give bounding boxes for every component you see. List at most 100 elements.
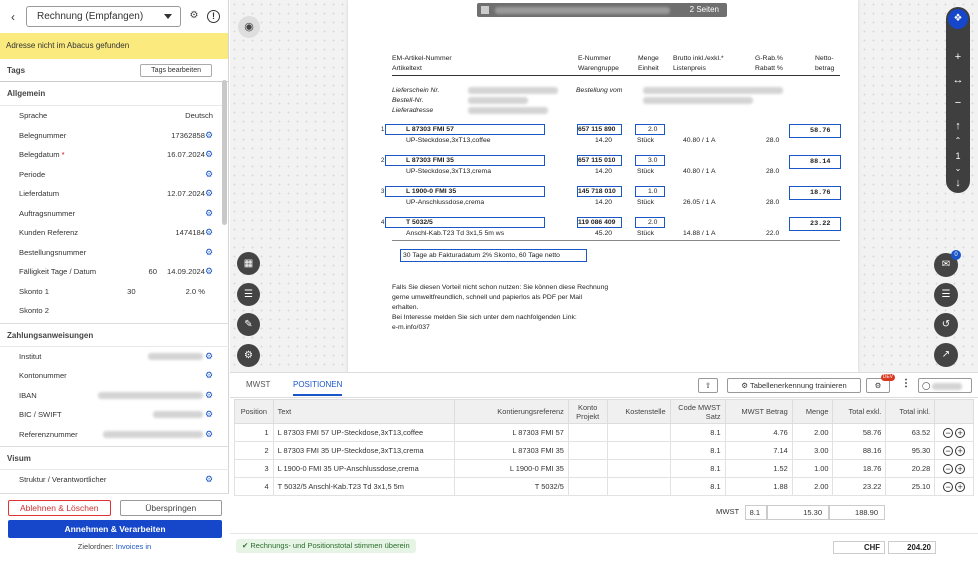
col-position[interactable]: Position (234, 399, 274, 424)
cog-icon[interactable]: ⚙ (205, 429, 214, 439)
field-belegdatum[interactable]: Belegdatum * 16.07.2024 ⚙ (0, 145, 229, 165)
cell-menge[interactable]: 1.00 (791, 459, 834, 478)
zoom-in-icon[interactable]: + (946, 51, 970, 63)
cell-konto-projekt[interactable] (567, 459, 608, 478)
user-button[interactable]: ◯ (918, 378, 972, 393)
dev-settings-button[interactable]: ⚙ DEV (866, 374, 895, 393)
field-belegnummer[interactable]: Belegnummer 17362858 ⚙ (0, 126, 229, 146)
reject-delete-button[interactable]: Ablehnen & Löschen (8, 500, 111, 516)
cog-icon[interactable]: ⚙ (205, 371, 214, 380)
col-konto-projekt[interactable]: Konto Projekt (567, 399, 608, 424)
cell-mwst-betrag[interactable]: 7.14 (724, 441, 793, 460)
remove-row-icon[interactable]: − (943, 427, 954, 438)
add-row-icon[interactable]: + (955, 481, 966, 492)
col-kostenstelle[interactable]: Kostenstelle (606, 399, 671, 424)
col-total-inkl[interactable]: Total inkl. (885, 399, 936, 424)
cell-kontierungsreferenz[interactable]: L 1900-0 FMI 35 (453, 459, 569, 478)
cell-position[interactable]: 4 (234, 477, 274, 496)
edit-tags-button[interactable]: Tags bearbeiten (140, 63, 212, 77)
zoom-out-icon[interactable]: − (946, 97, 970, 109)
prev-page-icon[interactable]: ⌃ (946, 136, 970, 145)
field-kunden-referenz[interactable]: Kunden Referenz 1474184 ⚙ (0, 223, 229, 243)
pointer-mode-icon[interactable]: ❖ (948, 9, 968, 29)
warning-icon[interactable]: ! (207, 10, 220, 23)
net-total-field[interactable]: 188.90 (829, 505, 885, 520)
fit-width-icon[interactable]: ↔ (946, 74, 970, 86)
cell-total-exkl[interactable]: 58.76 (832, 423, 887, 442)
cell-mwst-satz[interactable]: 8.1 (669, 441, 726, 460)
chart-icon[interactable]: ↗ (934, 343, 958, 367)
cog-icon[interactable]: ⚙ (205, 410, 214, 419)
col-menge[interactable]: Menge (791, 399, 834, 424)
col-total-exkl[interactable]: Total exkl. (832, 399, 887, 424)
left-scrollbar[interactable] (222, 80, 227, 225)
cell-text[interactable]: T 5032/5 Anschl-Kab.T23 Td 3x1,5 5m (272, 477, 455, 496)
cell-kontierungsreferenz[interactable]: L 87303 FMI 35 (453, 441, 569, 460)
document-settings-icon[interactable]: ⚙ (237, 344, 260, 367)
field-bestellungsnummer[interactable]: Bestellungsnummer ⚙ (0, 243, 229, 263)
cell-kostenstelle[interactable] (606, 477, 671, 496)
document-type-select[interactable]: Rechnung (Empfangen) (26, 6, 181, 27)
field-skonto-2[interactable]: Skonto 2 (0, 301, 229, 321)
cell-konto-projekt[interactable] (567, 441, 608, 460)
cog-icon[interactable]: ⚙ (205, 189, 214, 198)
cell-total-inkl[interactable]: 20.28 (885, 459, 936, 478)
field-struktur[interactable]: Struktur / Verantwortlicher ⚙ (0, 470, 229, 490)
skip-button[interactable]: Überspringen (119, 500, 222, 516)
accept-process-button[interactable]: Annehmen & Verarbeiten (8, 520, 222, 538)
cell-position[interactable]: 2 (234, 441, 274, 460)
mwst-amount-field[interactable]: 15.30 (767, 505, 829, 520)
field-bic-swift[interactable]: BIC / SWIFT ⚙ (0, 405, 229, 425)
field-lieferdatum[interactable]: Lieferdatum 12.07.2024 ⚙ (0, 184, 229, 204)
tab-positionen[interactable]: POSITIONEN (293, 380, 343, 396)
table-row[interactable]: 3 L 1900-0 FMI 35 UP-Anschlussdose,crema… (234, 459, 974, 478)
table-row[interactable]: 4 T 5032/5 Anschl-Kab.T23 Td 3x1,5 5m T … (234, 477, 974, 496)
next-page-icon[interactable]: ⌄ (946, 164, 970, 173)
col-mwst-satz[interactable]: Code MWST Satz (669, 399, 726, 424)
field-faelligkeit[interactable]: Fälligkeit Tage / Datum 60 14.09.2024 ⚙ (0, 262, 229, 282)
cell-position[interactable]: 3 (234, 459, 274, 478)
cell-text[interactable]: L 87303 FMI 57 UP-Steckdose,3xT13,coffee (272, 423, 455, 442)
cell-kontierungsreferenz[interactable]: L 87303 FMI 57 (453, 423, 569, 442)
table-row[interactable]: 2 L 87303 FMI 35 UP-Steckdose,3xT13,crem… (234, 441, 974, 460)
cell-mwst-betrag[interactable]: 1.52 (724, 459, 793, 478)
field-kontonummer[interactable]: Kontonummer ⚙ (0, 366, 229, 386)
cell-total-exkl[interactable]: 23.22 (832, 477, 887, 496)
cell-mwst-satz[interactable]: 8.1 (669, 459, 726, 478)
back-chevron-icon[interactable]: ‹ (6, 10, 20, 24)
add-row-icon[interactable]: + (955, 427, 966, 438)
tab-mwst[interactable]: MWST (246, 380, 270, 389)
document-edit-icon[interactable]: ✎ (237, 313, 260, 336)
cog-icon[interactable]: ⚙ (205, 169, 214, 179)
field-skonto-1[interactable]: Skonto 1 30 2.0 % (0, 282, 229, 302)
currency-field[interactable]: CHF (833, 541, 885, 554)
col-text[interactable]: Text (272, 399, 455, 424)
col-mwst-betrag[interactable]: MWST Betrag (724, 399, 793, 424)
train-table-button[interactable]: ⚙ Tabellenerkennung trainieren (727, 378, 861, 393)
last-page-icon[interactable]: ↓ (946, 177, 970, 189)
cell-position[interactable]: 1 (234, 423, 274, 442)
cog-icon[interactable]: ⚙ (205, 150, 214, 159)
mwst-rate-field[interactable]: 8.1 (745, 505, 767, 520)
cell-total-inkl[interactable]: 25.10 (885, 477, 936, 496)
page-thumbnail-icon[interactable] (481, 6, 489, 14)
cell-konto-projekt[interactable] (567, 477, 608, 496)
cell-mwst-satz[interactable]: 8.1 (669, 423, 726, 442)
more-options-icon[interactable]: ⋮ (901, 378, 911, 389)
settings-list-icon[interactable]: ⚙ (187, 10, 201, 24)
cog-icon[interactable]: ⚙ (205, 228, 214, 237)
field-sprache[interactable]: Sprache Deutsch (0, 106, 229, 126)
hierarchy-icon[interactable]: ▦ (237, 252, 260, 275)
cog-icon[interactable]: ⚙ (205, 475, 214, 484)
upload-icon[interactable]: ⇧ (698, 378, 718, 393)
cog-icon[interactable]: ⚙ (205, 351, 214, 361)
document-export-icon[interactable]: ☰ (934, 283, 958, 307)
field-iban[interactable]: IBAN ⚙ (0, 386, 229, 406)
history-icon[interactable]: ↺ (934, 313, 958, 337)
cell-total-exkl[interactable]: 88.16 (832, 441, 887, 460)
cell-kostenstelle[interactable] (606, 459, 671, 478)
cell-menge[interactable]: 3.00 (791, 441, 834, 460)
cell-mwst-betrag[interactable]: 1.88 (724, 477, 793, 496)
col-kontierungsreferenz[interactable]: Kontierungsreferenz (453, 399, 569, 424)
field-periode[interactable]: Periode ⚙ (0, 165, 229, 185)
